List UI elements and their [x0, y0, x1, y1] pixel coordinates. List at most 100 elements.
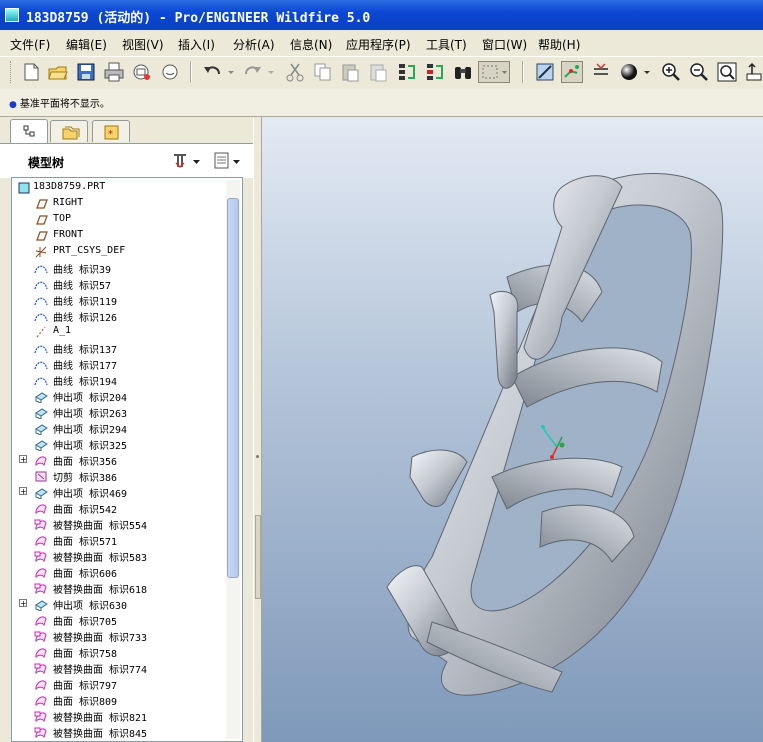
paste-special-icon[interactable]: [368, 61, 390, 83]
print-icon[interactable]: [103, 61, 125, 83]
copy-icon[interactable]: [312, 61, 334, 83]
paste-icon[interactable]: [340, 61, 362, 83]
cut-icon: [35, 471, 47, 482]
tree-item-label: 切剪 标识386: [53, 473, 118, 484]
protrusion-icon: [35, 488, 48, 499]
navigator-panel: * 模型树 183D8759.PRT RIGHT TOP FRONT PRT_CSYS…: [0, 117, 253, 742]
favorites-tab[interactable]: *: [92, 120, 130, 142]
curve-icon: [34, 377, 48, 386]
undo-dropdown-icon[interactable]: [226, 61, 236, 83]
menu-file[interactable]: 文件(F): [10, 36, 50, 53]
orient-icon[interactable]: [590, 61, 612, 83]
tree-item-label: 曲线 标识57: [53, 281, 112, 292]
graphics-viewport[interactable]: [262, 117, 763, 742]
toolbar: [0, 56, 763, 90]
curve-icon: [34, 361, 48, 370]
model-tree: 183D8759.PRT RIGHT TOP FRONT PRT_CSYS_DEF 曲线…: [11, 177, 243, 742]
curve-icon: [34, 313, 48, 322]
curve-icon: [34, 345, 48, 354]
view-more-icon[interactable]: [744, 61, 763, 83]
app-icon: [5, 8, 19, 22]
protrusion-icon: [35, 424, 48, 435]
curve-icon: [34, 265, 48, 274]
menu-view[interactable]: 视图(V): [122, 36, 164, 53]
curve-icon: [34, 281, 48, 290]
tree-item-label: 曲线 标识194: [53, 377, 118, 388]
repaint-icon[interactable]: [534, 61, 556, 83]
folder-browser-tab[interactable]: [50, 120, 88, 142]
tree-settings-icon[interactable]: [172, 151, 204, 171]
menu-applications[interactable]: 应用程序(P): [346, 36, 411, 53]
svg-text:*: *: [108, 129, 113, 140]
tree-item-label: A_1: [53, 325, 72, 336]
menu-tools[interactable]: 工具(T): [426, 36, 467, 53]
replace-surface-icon: [34, 727, 47, 739]
replace-surface-icon: [34, 583, 47, 595]
zoom-in-icon[interactable]: [660, 61, 682, 83]
axis-icon: [36, 326, 46, 338]
replace-surface-icon: [34, 631, 47, 643]
menu-info[interactable]: 信息(N): [290, 36, 332, 53]
tree-scrollbar[interactable]: [226, 180, 240, 739]
toolbar-separator: [522, 61, 524, 83]
expand-icon[interactable]: +: [19, 599, 27, 608]
show-filter-icon[interactable]: [212, 151, 244, 171]
expand-icon[interactable]: +: [19, 455, 27, 464]
sash-collapse-handle[interactable]: [255, 515, 261, 599]
tree-item-label: FRONT: [53, 229, 84, 240]
protrusion-icon: [35, 408, 48, 419]
email-link-icon[interactable]: [159, 61, 181, 83]
tree-item-label: 伸出项 标识294: [53, 425, 128, 436]
regenerate-manager-icon[interactable]: [424, 61, 446, 83]
find-binoculars-icon[interactable]: [452, 61, 474, 83]
shading-dropdown-icon[interactable]: [642, 61, 652, 83]
csys-icon: [35, 246, 47, 258]
refit-icon[interactable]: [716, 61, 738, 83]
toolbar-grip[interactable]: [10, 61, 14, 83]
tree-item-label: 曲面 标识705: [53, 617, 118, 628]
save-icon[interactable]: [75, 61, 97, 83]
open-folder-icon[interactable]: [47, 61, 69, 83]
menu-analysis[interactable]: 分析(A): [233, 36, 275, 53]
shading-sphere-icon[interactable]: [618, 61, 640, 83]
model-tree-tab[interactable]: [10, 119, 48, 143]
menu-help[interactable]: 帮助(H): [538, 36, 580, 53]
replace-surface-icon: [34, 711, 47, 723]
cut-icon[interactable]: [284, 61, 306, 83]
tree-item-label: 曲面 标识571: [53, 537, 118, 548]
redo-dropdown-icon[interactable]: [266, 61, 276, 83]
menu-bar: 文件(F) 编辑(E) 视图(V) 插入(I) 分析(A) 信息(N) 应用程序…: [0, 30, 763, 56]
tree-scrollbar-thumb[interactable]: [227, 198, 239, 578]
surface-icon: [35, 456, 47, 467]
expand-icon[interactable]: +: [19, 487, 27, 496]
message-area: ● 基准平面将不显示。: [0, 89, 763, 117]
tree-item-label: 曲线 标识119: [53, 297, 118, 308]
sash-grip-icon: [256, 455, 259, 458]
spin-center-icon[interactable]: [561, 61, 583, 83]
panel-sash[interactable]: [253, 117, 262, 742]
menu-insert[interactable]: 插入(I): [178, 36, 215, 53]
tree-root-label: 183D8759.PRT: [33, 181, 106, 192]
tree-item-label: 曲面 标识356: [53, 457, 118, 468]
tree-item-label: 伸出项 标识469: [53, 489, 128, 500]
curve-icon: [34, 297, 48, 306]
menu-edit[interactable]: 编辑(E): [66, 36, 107, 53]
tree-item-label: 伸出项 标识630: [53, 601, 128, 612]
zoom-out-icon[interactable]: [688, 61, 710, 83]
tree-item-label: 曲线 标识126: [53, 313, 118, 324]
undo-icon[interactable]: [201, 61, 223, 83]
select-box-icon[interactable]: [478, 61, 510, 83]
regenerate-icon[interactable]: [396, 61, 418, 83]
protrusion-icon: [35, 392, 48, 403]
redo-icon[interactable]: [242, 61, 264, 83]
email-icon[interactable]: [131, 61, 153, 83]
tree-item-label: 伸出项 标识325: [53, 441, 128, 452]
title-bar: 183D8759 (活动的) - Pro/ENGINEER Wildfire 5…: [0, 0, 763, 30]
surface-icon: [35, 536, 47, 547]
tree-item-label: 曲面 标识809: [53, 697, 118, 708]
window-title: 183D8759 (活动的) - Pro/ENGINEER Wildfire 5…: [26, 11, 371, 26]
replace-surface-icon: [34, 519, 47, 531]
surface-icon: [35, 696, 47, 707]
new-file-icon[interactable]: [20, 61, 42, 83]
menu-window[interactable]: 窗口(W): [482, 36, 527, 53]
